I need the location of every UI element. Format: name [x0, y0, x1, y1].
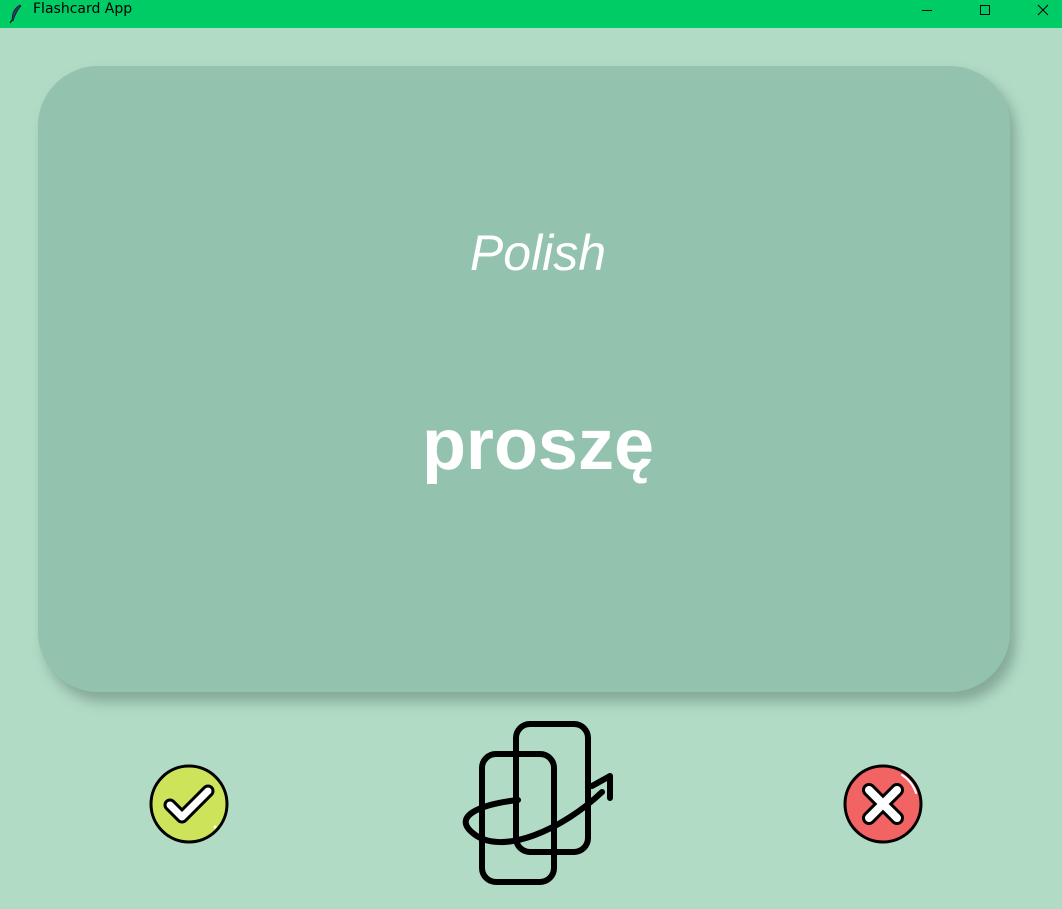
window-title: Flashcard App [33, 1, 133, 17]
cross-icon [843, 764, 923, 844]
feather-icon [9, 4, 22, 24]
flip-card-icon [462, 721, 613, 885]
unknown-button[interactable] [842, 763, 924, 845]
card-language-label: Polish [469, 225, 607, 281]
flashcard [38, 66, 1010, 692]
maximize-button[interactable] [962, 0, 1008, 20]
checkmark-icon [149, 764, 229, 844]
close-window-button[interactable] [1020, 0, 1062, 20]
card-word: proszę [421, 405, 655, 485]
minimize-button[interactable] [904, 0, 950, 20]
maximize-icon [980, 5, 990, 15]
known-button[interactable] [148, 763, 230, 845]
title-bar: Flashcard App [0, 0, 1062, 28]
minimize-icon [922, 10, 932, 11]
flip-button[interactable] [452, 720, 620, 888]
close-icon [1037, 4, 1049, 16]
